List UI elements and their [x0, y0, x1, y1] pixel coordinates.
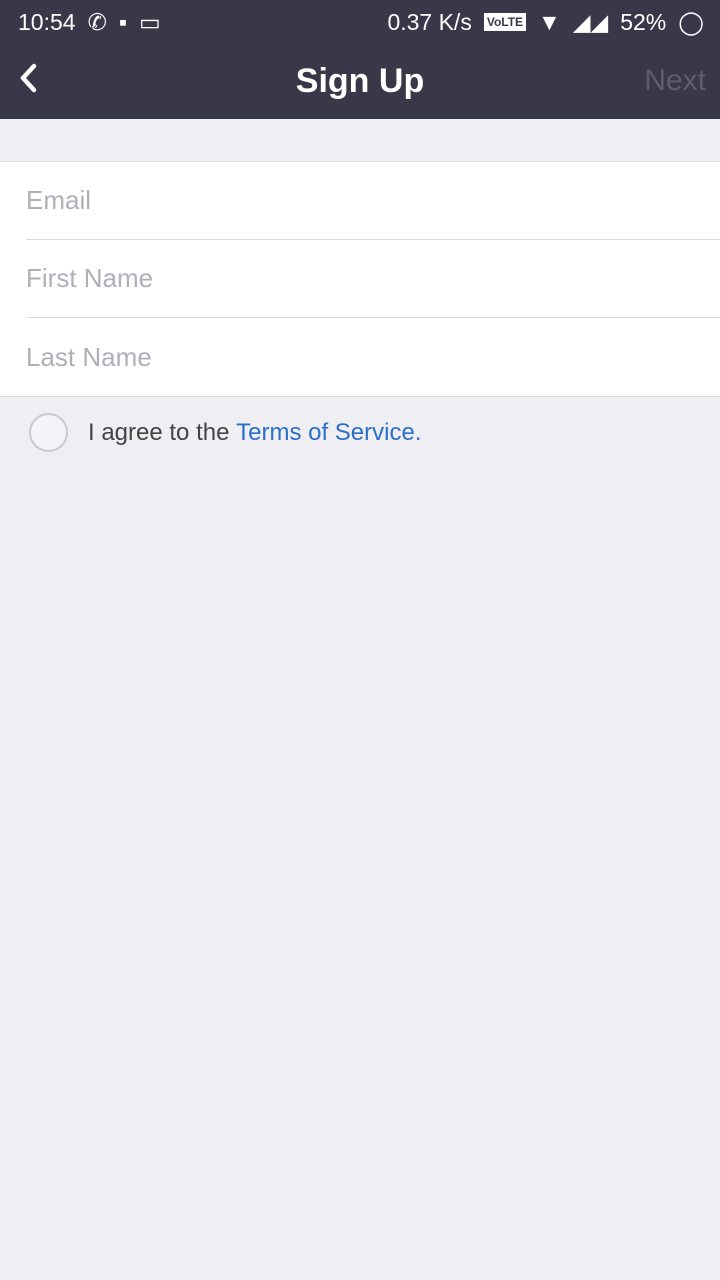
back-icon[interactable] [14, 60, 44, 96]
agree-checkbox[interactable] [29, 413, 68, 452]
network-speed: 0.37 K/s [387, 8, 472, 35]
terms-row: I agree to the Terms of Service. [0, 397, 720, 452]
nav-bar: Sign Up Next [0, 44, 720, 119]
email-input[interactable] [26, 185, 720, 216]
status-bar: 10:54 ✆ ▪ ▭ 0.37 K/s VoLTE ▼ ◢◢ 52% ◯ [0, 0, 720, 44]
image-icon: ▪ [118, 8, 127, 35]
terms-link[interactable]: Terms of Service [236, 419, 415, 447]
first-name-input[interactable] [26, 263, 720, 294]
battery-icon: ◯ [678, 8, 704, 35]
last-name-input[interactable] [26, 341, 720, 373]
page-title: Sign Up [295, 62, 425, 100]
volte-badge: VoLTE [483, 13, 527, 31]
battery-percent: 52% [620, 8, 667, 35]
signal-icon: ◢◢ [572, 8, 609, 35]
signup-form [0, 161, 720, 397]
wifi-icon: ▼ [538, 8, 561, 35]
next-button[interactable]: Next [644, 64, 706, 98]
agree-period: . [414, 418, 422, 446]
whatsapp-icon: ✆ [87, 8, 107, 35]
laptop-icon: ▭ [139, 8, 161, 35]
clock: 10:54 [18, 8, 76, 35]
agree-text: I agree to the [88, 418, 230, 446]
header: 10:54 ✆ ▪ ▭ 0.37 K/s VoLTE ▼ ◢◢ 52% ◯ Si… [0, 0, 720, 119]
